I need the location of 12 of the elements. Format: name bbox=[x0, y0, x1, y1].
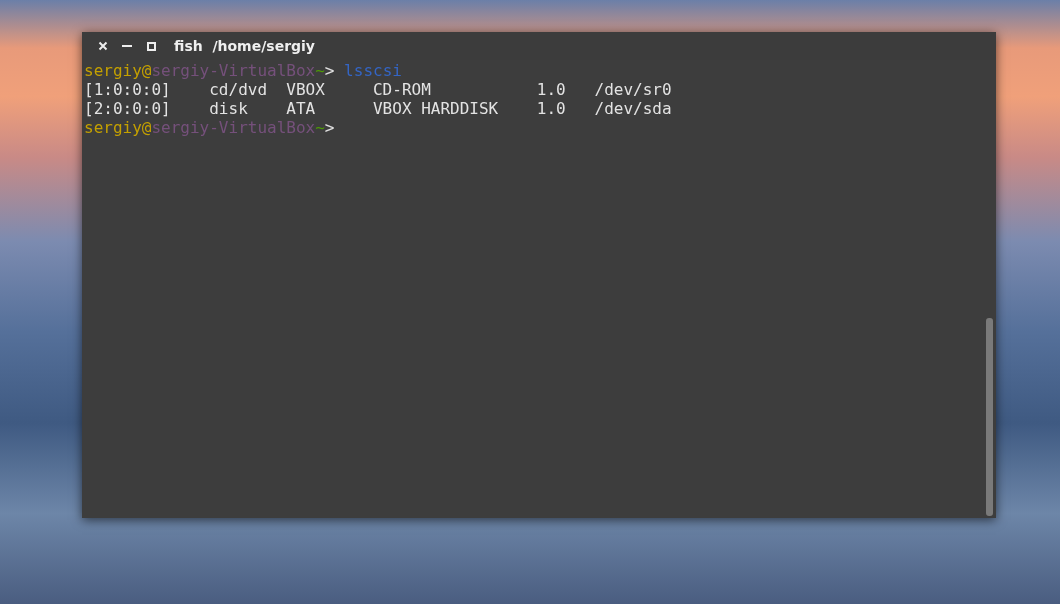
close-button[interactable] bbox=[96, 39, 110, 53]
scrollbar-thumb[interactable] bbox=[986, 318, 993, 516]
window-title: fish /home/sergiy bbox=[174, 38, 315, 54]
close-icon bbox=[98, 41, 108, 51]
maximize-button[interactable] bbox=[144, 39, 158, 53]
command-text: lsscsi bbox=[343, 61, 402, 80]
prompt-text: sergiy@sergiy-VirtualBox~> bbox=[84, 118, 335, 137]
output-line: [1:0:0:0] cd/dvd VBOX CD-ROM 1.0 /dev/sr0 bbox=[84, 80, 672, 99]
prompt-text: sergiy@sergiy-VirtualBox~> bbox=[84, 61, 335, 80]
maximize-icon bbox=[146, 41, 156, 51]
output-line: [2:0:0:0] disk ATA VBOX HARDDISK 1.0 /dev/sda bbox=[84, 99, 672, 118]
minimize-icon bbox=[122, 45, 132, 47]
